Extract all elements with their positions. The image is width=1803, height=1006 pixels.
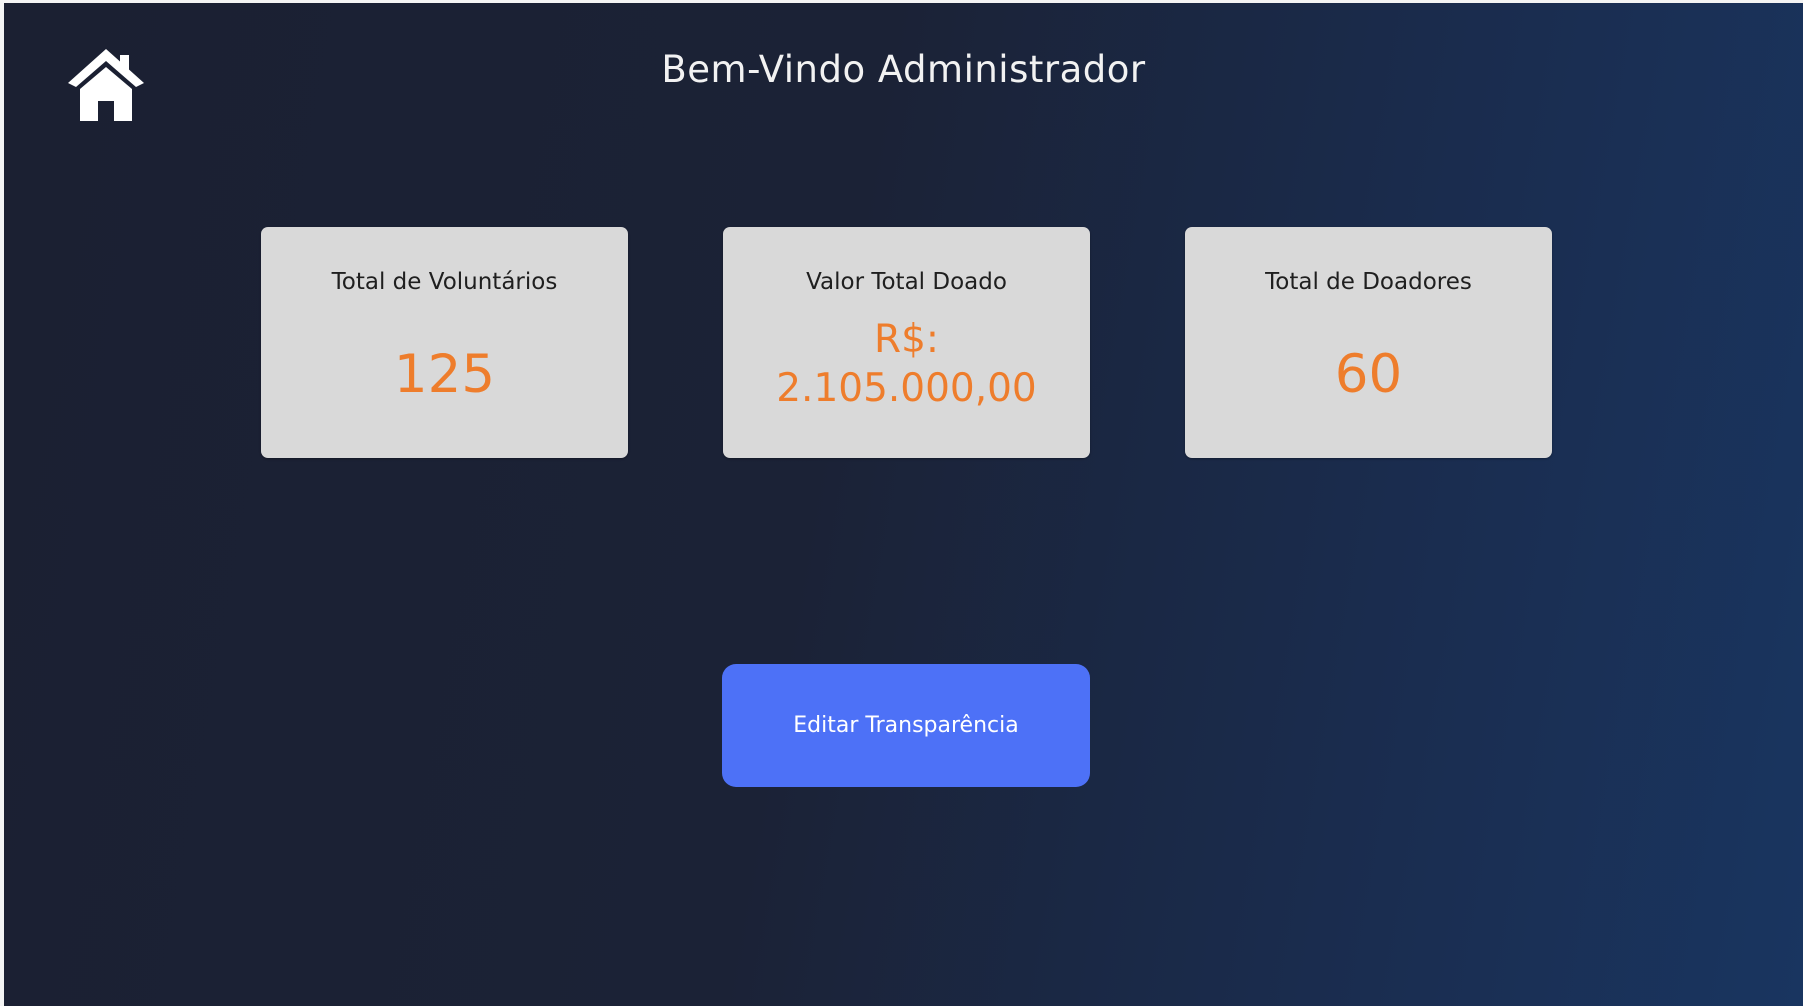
donated-total-amount: R$: 2.105.000,00 (723, 315, 1090, 413)
dashboard-screen: Bem-Vindo Administrador Total de Voluntá… (4, 3, 1803, 1006)
donors-label: Total de Doadores (1265, 269, 1472, 295)
page-title: Bem-Vindo Administrador (661, 48, 1146, 91)
donated-total-value: 2.105.000,00 (776, 366, 1037, 411)
donors-value: 60 (1334, 344, 1403, 405)
volunteers-value: 125 (393, 344, 496, 405)
volunteers-card: Total de Voluntários 125 (261, 227, 628, 458)
donors-card: Total de Doadores 60 (1185, 227, 1552, 458)
currency-symbol: R$: (873, 317, 940, 362)
donated-total-label: Valor Total Doado (806, 269, 1007, 295)
edit-transparency-button[interactable]: Editar Transparência (722, 664, 1090, 787)
donated-total-card: Valor Total Doado R$: 2.105.000,00 (723, 227, 1090, 458)
volunteers-label: Total de Voluntários (331, 269, 558, 295)
